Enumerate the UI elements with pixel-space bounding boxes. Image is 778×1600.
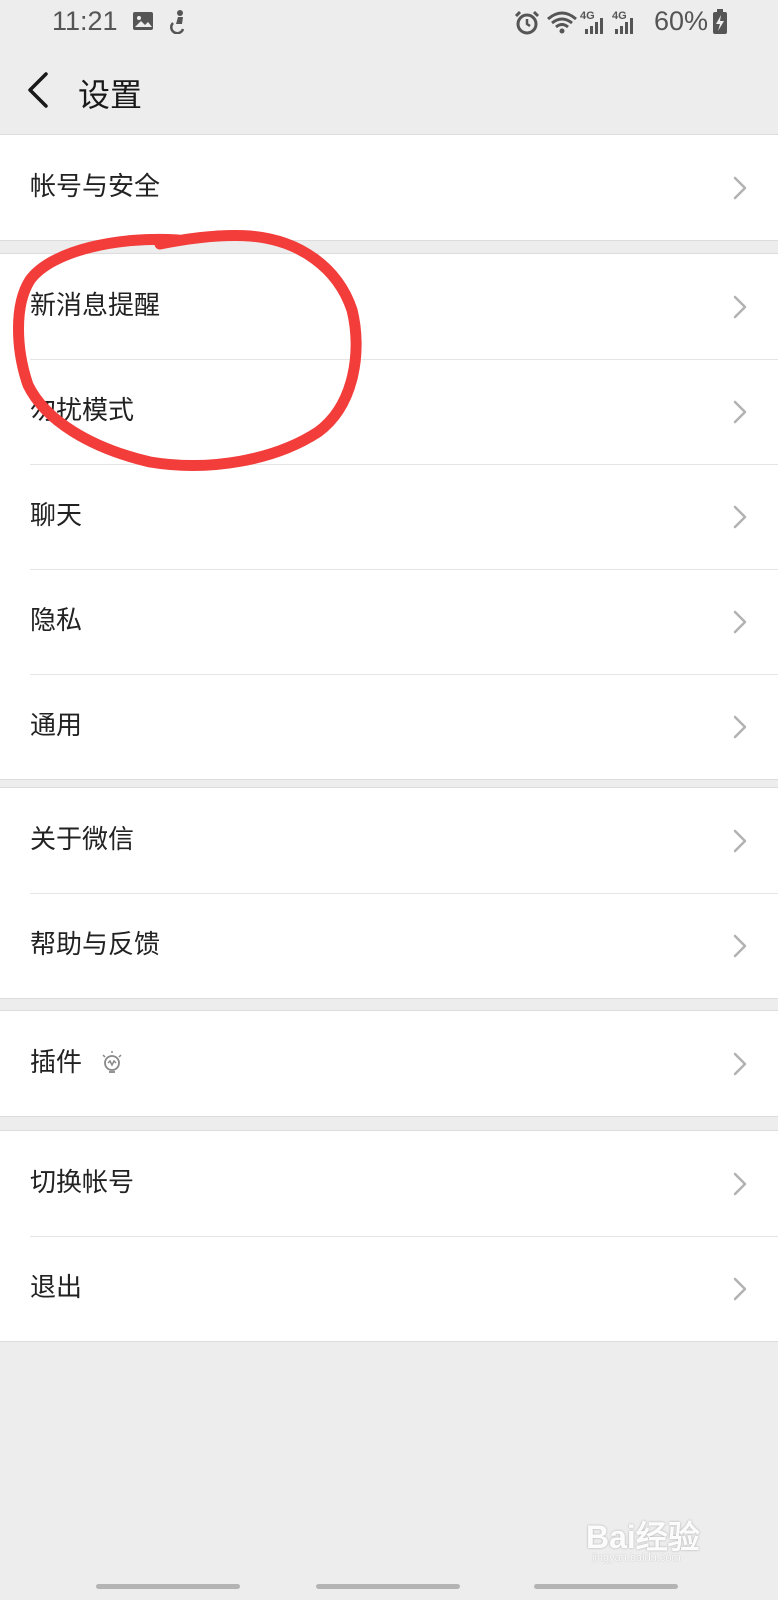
chevron-left-icon[interactable] — [20, 68, 60, 112]
chevron-right-icon — [733, 1172, 747, 1196]
accessibility-icon — [170, 10, 185, 34]
chevron-right-icon — [733, 829, 747, 853]
alarm-icon — [514, 10, 540, 35]
settings-item-label: 退出 — [30, 1273, 83, 1303]
lightbulb-icon — [102, 1051, 122, 1073]
settings-item-label: 切换帐号 — [30, 1168, 135, 1198]
settings-group-about: 关于微信 帮助与反馈 — [0, 787, 778, 999]
settings-item-privacy[interactable]: 隐私 — [0, 569, 778, 674]
chevron-right-icon — [733, 400, 747, 424]
settings-group-general: 新消息提醒 勿扰模式 聊天 隐私 通用 — [0, 253, 778, 780]
chevron-right-icon — [733, 715, 747, 739]
settings-item-logout[interactable]: 退出 — [0, 1236, 778, 1341]
settings-item-chat[interactable]: 聊天 — [0, 464, 778, 569]
settings-item-account-security[interactable]: 帐号与安全 — [0, 135, 778, 240]
settings-group-account-switch: 切换帐号 退出 — [0, 1130, 778, 1342]
settings-item-new-message-notification[interactable]: 新消息提醒 — [0, 254, 778, 359]
settings-group-account: 帐号与安全 — [0, 134, 778, 241]
settings-group-plugins: 插件 — [0, 1010, 778, 1117]
chevron-right-icon — [733, 1277, 747, 1301]
signal-icon-2 — [615, 18, 633, 34]
settings-item-switch-account[interactable]: 切换帐号 — [0, 1131, 778, 1236]
chevron-right-icon — [733, 934, 747, 958]
header: 设置 — [0, 46, 778, 134]
settings-item-label: 插件 — [30, 1048, 83, 1078]
gallery-icon — [133, 12, 153, 30]
status-bar: 11:21 4G 4G 60% — [0, 0, 778, 46]
settings-item-label: 勿扰模式 — [30, 396, 135, 426]
battery-icon — [713, 9, 727, 34]
nav-home-button[interactable] — [316, 1584, 460, 1589]
settings-item-label: 聊天 — [30, 501, 83, 531]
settings-item-about-wechat[interactable]: 关于微信 — [0, 788, 778, 893]
nav-recent-button[interactable] — [96, 1584, 240, 1589]
chevron-right-icon — [733, 295, 747, 319]
chevron-right-icon — [733, 505, 747, 529]
status-time: 11:21 — [52, 6, 118, 36]
settings-item-label: 关于微信 — [30, 825, 135, 855]
settings-item-general[interactable]: 通用 — [0, 674, 778, 779]
wifi-icon — [547, 11, 577, 34]
settings-item-help-feedback[interactable]: 帮助与反馈 — [0, 893, 778, 998]
settings-item-label: 帐号与安全 — [30, 172, 161, 202]
watermark: Bai经验 jingyan.baidu.com — [586, 1512, 736, 1568]
page-title: 设置 — [78, 76, 143, 114]
watermark-url: jingyan.baidu.com — [592, 1552, 681, 1564]
settings-item-label: 隐私 — [30, 606, 83, 636]
battery-percentage: 60% — [654, 6, 709, 36]
settings-item-do-not-disturb[interactable]: 勿扰模式 — [0, 359, 778, 464]
chevron-right-icon — [733, 1052, 747, 1076]
chevron-right-icon — [733, 610, 747, 634]
nav-back-button[interactable] — [534, 1584, 678, 1589]
signal-icon — [585, 18, 603, 34]
chevron-right-icon — [733, 176, 747, 200]
system-nav-bar — [0, 1570, 778, 1600]
settings-item-label: 新消息提醒 — [30, 291, 161, 321]
settings-item-label: 通用 — [30, 711, 83, 741]
settings-item-label: 帮助与反馈 — [30, 930, 161, 960]
settings-item-plugins[interactable]: 插件 — [0, 1011, 778, 1116]
